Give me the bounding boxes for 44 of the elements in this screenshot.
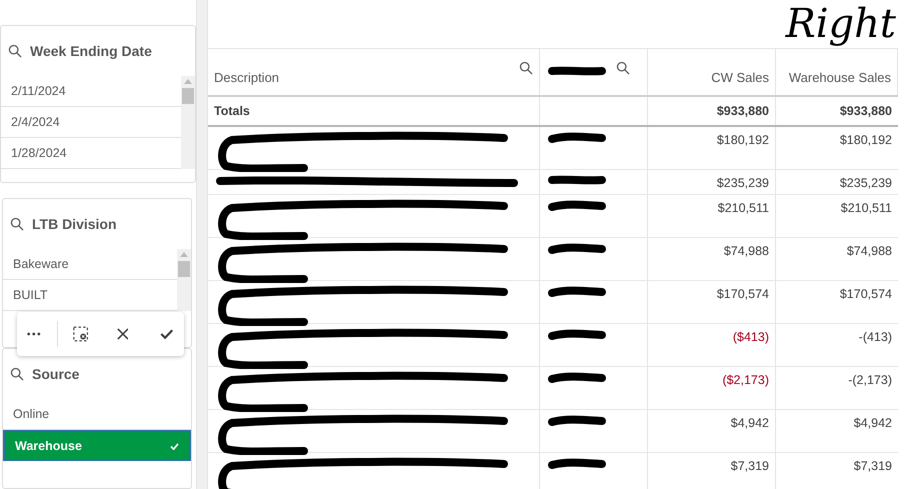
table-cell-text: $7,319	[730, 458, 769, 475]
scrollbar[interactable]	[177, 249, 191, 311]
table-cell-text: $170,574	[840, 286, 892, 303]
clear-selection-icon[interactable]	[73, 325, 89, 343]
handwritten-annotation: Right	[786, 0, 896, 48]
table-cell-text: $933,880	[716, 102, 769, 120]
table-cell-text: $180,192	[716, 132, 769, 149]
pane-splitter[interactable]	[196, 0, 208, 489]
table-cell-text: ($413)	[732, 329, 769, 346]
column-header[interactable]: CW Sales	[648, 49, 776, 95]
table-cell-text: $7,319	[854, 458, 892, 475]
totals-label: Totals	[214, 102, 250, 120]
table-cell-text: $180,192	[840, 132, 892, 149]
scroll-up-icon[interactable]	[184, 79, 192, 84]
table-cell-text: $4,942	[854, 415, 892, 432]
scroll-thumb[interactable]	[182, 88, 194, 104]
table-cell-text: -(2,173)	[848, 372, 892, 389]
column-header[interactable]: Description	[208, 49, 540, 95]
scroll-up-icon[interactable]	[180, 252, 188, 257]
filter-title: Source	[32, 364, 80, 384]
check-icon	[170, 442, 179, 450]
table-cell-text: $170,574	[716, 286, 769, 303]
table-cell-text: $235,239	[840, 175, 892, 192]
filter-item[interactable]: Warehouse	[3, 430, 191, 461]
table-cell-text: -(413)	[858, 329, 892, 346]
search-icon	[8, 44, 22, 58]
table-cell-text: $4,942	[730, 415, 769, 432]
check-icon[interactable]	[160, 328, 174, 340]
table-cell-text: $933,880	[840, 102, 892, 120]
table-cell-text: ($2,173)	[722, 372, 769, 389]
column-header[interactable]: Warehouse Sales	[776, 49, 898, 95]
more-icon[interactable]	[27, 332, 41, 336]
scroll-thumb[interactable]	[178, 261, 190, 277]
search-icon	[10, 367, 24, 381]
table-cell-text: $210,511	[840, 200, 892, 217]
filter-title: LTB Division	[32, 214, 117, 234]
filter-title: Week Ending Date	[30, 42, 152, 61]
close-icon[interactable]	[116, 327, 128, 341]
table-cell-text: $210,511	[718, 200, 769, 217]
table-cell-text: $74,988	[724, 243, 769, 260]
scrollbar[interactable]	[181, 76, 195, 169]
search-icon	[10, 217, 24, 231]
table-cell-text: $74,988	[846, 243, 892, 260]
table-cell-text: $235,239	[716, 175, 769, 192]
